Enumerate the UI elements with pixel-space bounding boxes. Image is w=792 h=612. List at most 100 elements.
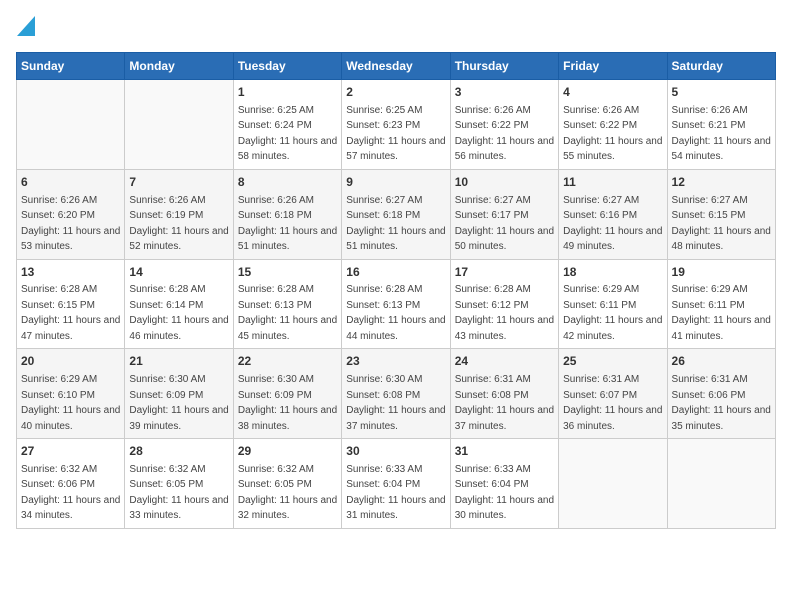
day-number: 11: [563, 174, 662, 191]
calendar-cell: 21 Sunrise: 6:30 AMSunset: 6:09 PMDayligh…: [125, 349, 233, 439]
calendar-cell: 1Sunrise: 6:25 AMSunset: 6:24 PMDaylight…: [233, 80, 341, 170]
day-detail: Sunrise: 6:27 AMSunset: 6:17 PMDaylight:…: [455, 195, 554, 253]
calendar-cell: 20Sunrise: 6:29 AMSunset: 6:10 PMDayligh…: [17, 349, 125, 439]
day-detail: Sunrise: 6:27 AMSunset: 6:18 PMDaylight:…: [346, 195, 445, 253]
day-detail: Sunrise: 6:26 AMSunset: 6:21 PMDaylight:…: [672, 105, 771, 163]
day-detail: Sunrise: 6:30 AMSunset: 6:09 PMDaylight:…: [129, 374, 228, 432]
calendar-cell: [125, 80, 233, 170]
calendar-table: SundayMondayTuesdayWednesdayThursdayFrid…: [16, 52, 776, 529]
day-detail: Sunrise: 6:28 AMSunset: 6:14 PMDaylight:…: [129, 284, 228, 342]
day-detail: Sunrise: 6:26 AMSunset: 6:19 PMDaylight:…: [129, 195, 228, 253]
calendar-cell: 18 Sunrise: 6:29 AMSunset: 6:11 PMDayligh…: [559, 259, 667, 349]
calendar-cell: 4 Sunrise: 6:26 AMSunset: 6:22 PMDaylight…: [559, 80, 667, 170]
day-detail: Sunrise: 6:31 AMSunset: 6:06 PMDaylight:…: [672, 374, 771, 432]
calendar-cell: [667, 439, 775, 529]
day-number: 2: [346, 84, 445, 101]
day-detail: Sunrise: 6:28 AMSunset: 6:13 PMDaylight:…: [346, 284, 445, 342]
day-number: 9: [346, 174, 445, 191]
day-number: 22: [238, 353, 337, 370]
day-detail: Sunrise: 6:29 AMSunset: 6:11 PMDaylight:…: [672, 284, 771, 342]
day-number: 14: [129, 264, 228, 281]
calendar-cell: [17, 80, 125, 170]
calendar-cell: 6 Sunrise: 6:26 AMSunset: 6:20 PMDaylight…: [17, 169, 125, 259]
day-detail: Sunrise: 6:31 AMSunset: 6:08 PMDaylight:…: [455, 374, 554, 432]
calendar-cell: 5 Sunrise: 6:26 AMSunset: 6:21 PMDaylight…: [667, 80, 775, 170]
day-number: 21: [129, 353, 228, 370]
day-number: 16: [346, 264, 445, 281]
calendar-cell: 14 Sunrise: 6:28 AMSunset: 6:14 PMDayligh…: [125, 259, 233, 349]
calendar-cell: 2 Sunrise: 6:25 AMSunset: 6:23 PMDaylight…: [342, 80, 450, 170]
day-detail: Sunrise: 6:31 AMSunset: 6:07 PMDaylight:…: [563, 374, 662, 432]
day-number: 7: [129, 174, 228, 191]
calendar-cell: 22 Sunrise: 6:30 AMSunset: 6:09 PMDayligh…: [233, 349, 341, 439]
calendar-cell: 10 Sunrise: 6:27 AMSunset: 6:17 PMDayligh…: [450, 169, 558, 259]
day-detail: Sunrise: 6:29 AMSunset: 6:11 PMDaylight:…: [563, 284, 662, 342]
weekday-header-thursday: Thursday: [450, 53, 558, 80]
calendar-cell: 24Sunrise: 6:31 AMSunset: 6:08 PMDayligh…: [450, 349, 558, 439]
logo-triangle-icon: [17, 16, 35, 36]
calendar-cell: 29 Sunrise: 6:32 AMSunset: 6:05 PMDayligh…: [233, 439, 341, 529]
day-detail: Sunrise: 6:25 AMSunset: 6:24 PMDaylight:…: [238, 105, 337, 163]
day-number: 30: [346, 443, 445, 460]
calendar-cell: 8Sunrise: 6:26 AMSunset: 6:18 PMDaylight…: [233, 169, 341, 259]
calendar-cell: 30 Sunrise: 6:33 AMSunset: 6:04 PMDayligh…: [342, 439, 450, 529]
weekday-header-sunday: Sunday: [17, 53, 125, 80]
day-number: 3: [455, 84, 554, 101]
day-number: 19: [672, 264, 771, 281]
day-detail: Sunrise: 6:33 AMSunset: 6:04 PMDaylight:…: [455, 464, 554, 522]
day-number: 4: [563, 84, 662, 101]
page-header: [16, 16, 776, 42]
day-number: 6: [21, 174, 120, 191]
calendar-cell: 17 Sunrise: 6:28 AMSunset: 6:12 PMDayligh…: [450, 259, 558, 349]
weekday-header-row: SundayMondayTuesdayWednesdayThursdayFrid…: [17, 53, 776, 80]
day-detail: Sunrise: 6:28 AMSunset: 6:13 PMDaylight:…: [238, 284, 337, 342]
day-number: 15: [238, 264, 337, 281]
calendar-cell: 23 Sunrise: 6:30 AMSunset: 6:08 PMDayligh…: [342, 349, 450, 439]
calendar-week-row: 6 Sunrise: 6:26 AMSunset: 6:20 PMDaylight…: [17, 169, 776, 259]
calendar-cell: 7 Sunrise: 6:26 AMSunset: 6:19 PMDaylight…: [125, 169, 233, 259]
calendar-week-row: 1Sunrise: 6:25 AMSunset: 6:24 PMDaylight…: [17, 80, 776, 170]
calendar-cell: 13 Sunrise: 6:28 AMSunset: 6:15 PMDayligh…: [17, 259, 125, 349]
weekday-header-saturday: Saturday: [667, 53, 775, 80]
calendar-cell: 11 Sunrise: 6:27 AMSunset: 6:16 PMDayligh…: [559, 169, 667, 259]
day-number: 17: [455, 264, 554, 281]
calendar-cell: 25 Sunrise: 6:31 AMSunset: 6:07 PMDayligh…: [559, 349, 667, 439]
day-number: 10: [455, 174, 554, 191]
day-detail: Sunrise: 6:33 AMSunset: 6:04 PMDaylight:…: [346, 464, 445, 522]
day-detail: Sunrise: 6:28 AMSunset: 6:15 PMDaylight:…: [21, 284, 120, 342]
logo: [16, 16, 36, 42]
weekday-header-monday: Monday: [125, 53, 233, 80]
day-number: 26: [672, 353, 771, 370]
day-number: 20: [21, 353, 120, 370]
calendar-cell: 27Sunrise: 6:32 AMSunset: 6:06 PMDayligh…: [17, 439, 125, 529]
day-number: 18: [563, 264, 662, 281]
day-number: 29: [238, 443, 337, 460]
day-detail: Sunrise: 6:28 AMSunset: 6:12 PMDaylight:…: [455, 284, 554, 342]
weekday-header-friday: Friday: [559, 53, 667, 80]
day-number: 25: [563, 353, 662, 370]
calendar-cell: 9 Sunrise: 6:27 AMSunset: 6:18 PMDaylight…: [342, 169, 450, 259]
day-number: 13: [21, 264, 120, 281]
calendar-cell: 15 Sunrise: 6:28 AMSunset: 6:13 PMDayligh…: [233, 259, 341, 349]
calendar-cell: 26 Sunrise: 6:31 AMSunset: 6:06 PMDayligh…: [667, 349, 775, 439]
day-detail: Sunrise: 6:26 AMSunset: 6:20 PMDaylight:…: [21, 195, 120, 253]
calendar-week-row: 20Sunrise: 6:29 AMSunset: 6:10 PMDayligh…: [17, 349, 776, 439]
day-detail: Sunrise: 6:30 AMSunset: 6:09 PMDaylight:…: [238, 374, 337, 432]
day-detail: Sunrise: 6:27 AMSunset: 6:16 PMDaylight:…: [563, 195, 662, 253]
day-detail: Sunrise: 6:26 AMSunset: 6:22 PMDaylight:…: [563, 105, 662, 163]
weekday-header-wednesday: Wednesday: [342, 53, 450, 80]
day-number: 23: [346, 353, 445, 370]
day-detail: Sunrise: 6:32 AMSunset: 6:05 PMDaylight:…: [129, 464, 228, 522]
day-detail: Sunrise: 6:32 AMSunset: 6:05 PMDaylight:…: [238, 464, 337, 522]
calendar-cell: 12Sunrise: 6:27 AMSunset: 6:15 PMDayligh…: [667, 169, 775, 259]
calendar-cell: [559, 439, 667, 529]
calendar-cell: 16 Sunrise: 6:28 AMSunset: 6:13 PMDayligh…: [342, 259, 450, 349]
day-number: 5: [672, 84, 771, 101]
day-detail: Sunrise: 6:32 AMSunset: 6:06 PMDaylight:…: [21, 464, 120, 522]
day-detail: Sunrise: 6:30 AMSunset: 6:08 PMDaylight:…: [346, 374, 445, 432]
day-number: 28: [129, 443, 228, 460]
day-detail: Sunrise: 6:26 AMSunset: 6:18 PMDaylight:…: [238, 195, 337, 253]
calendar-cell: 28 Sunrise: 6:32 AMSunset: 6:05 PMDayligh…: [125, 439, 233, 529]
day-detail: Sunrise: 6:25 AMSunset: 6:23 PMDaylight:…: [346, 105, 445, 163]
day-number: 12: [672, 174, 771, 191]
